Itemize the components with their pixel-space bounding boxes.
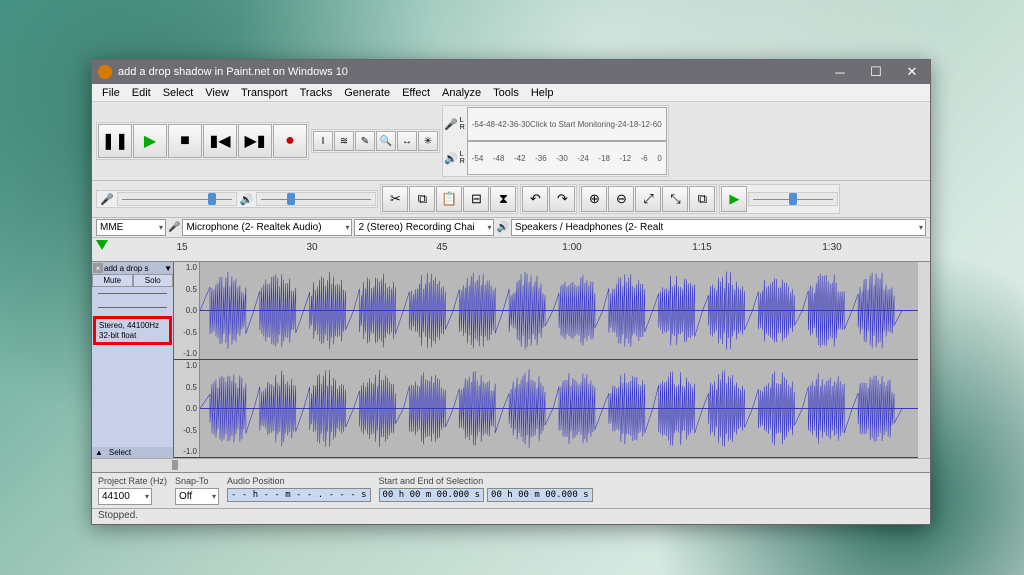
project-rate-label: Project Rate (Hz) bbox=[98, 476, 167, 486]
stop-button[interactable]: ■ bbox=[168, 124, 202, 158]
zoom-out-button[interactable]: ⊖ bbox=[608, 186, 634, 212]
skip-end-button[interactable]: ▶▮ bbox=[238, 124, 272, 158]
menubar: FileEditSelectViewTransportTracksGenerat… bbox=[92, 84, 930, 102]
speaker-icon-3: 🔊 bbox=[496, 222, 508, 233]
status-bar: Stopped. bbox=[92, 508, 930, 524]
close-button[interactable]: ✕ bbox=[894, 60, 930, 84]
track-gain-slider[interactable] bbox=[94, 289, 171, 299]
recording-channels-select[interactable]: 2 (Stereo) Recording Chai bbox=[354, 219, 494, 236]
selection-tool[interactable]: I bbox=[313, 131, 333, 151]
trim-button[interactable]: ⊟ bbox=[463, 186, 489, 212]
menu-help[interactable]: Help bbox=[525, 87, 560, 99]
redo-button[interactable]: ↷ bbox=[549, 186, 575, 212]
mic-icon: 🎤 bbox=[444, 118, 458, 131]
skip-start-button[interactable]: ▮◀ bbox=[203, 124, 237, 158]
menu-edit[interactable]: Edit bbox=[126, 87, 157, 99]
maximize-button[interactable]: ☐ bbox=[858, 60, 894, 84]
playback-volume-slider[interactable] bbox=[256, 192, 376, 206]
track-bitdepth-label: 32-bit float bbox=[99, 331, 166, 341]
multi-tool[interactable]: ✳ bbox=[418, 131, 438, 151]
menu-select[interactable]: Select bbox=[157, 87, 200, 99]
play-speed-slider[interactable] bbox=[748, 192, 838, 206]
silence-button[interactable]: ⧗ bbox=[490, 186, 516, 212]
zoom-toggle-button[interactable]: ⧉ bbox=[689, 186, 715, 212]
menu-file[interactable]: File bbox=[96, 87, 126, 99]
pause-button[interactable]: ❚❚ bbox=[98, 124, 132, 158]
audio-position-label: Audio Position bbox=[227, 476, 370, 486]
click-to-monitor[interactable]: Click to Start Monitoring bbox=[530, 120, 615, 129]
selection-end-field[interactable]: 00 h 00 m 00.000 s bbox=[487, 488, 593, 502]
audio-position-field[interactable]: - - h - - m - - . - - - s bbox=[227, 488, 370, 502]
device-toolbar: MME 🎤 Microphone (2- Realtek Audio) 2 (S… bbox=[92, 218, 930, 238]
waveform-left-channel[interactable] bbox=[200, 262, 918, 359]
track-select-button[interactable]: Select bbox=[107, 448, 133, 457]
selection-label: Start and End of Selection bbox=[379, 476, 593, 486]
undo-button[interactable]: ↶ bbox=[522, 186, 548, 212]
track-control-panel: × add a drop s ▼ Mute Solo Stereo, 44100… bbox=[92, 262, 174, 458]
timeshift-tool[interactable]: ↔ bbox=[397, 131, 417, 151]
track-collapse-button[interactable]: ▲ bbox=[93, 448, 105, 457]
menu-generate[interactable]: Generate bbox=[338, 87, 396, 99]
fit-selection-button[interactable]: ⤢ bbox=[635, 186, 661, 212]
play-at-speed-button[interactable]: ▶ bbox=[721, 186, 747, 212]
zoom-tool[interactable]: 🔍 bbox=[376, 131, 396, 151]
titlebar[interactable]: add a drop shadow in Paint.net on Window… bbox=[92, 60, 930, 84]
track-pan-slider[interactable] bbox=[94, 303, 171, 313]
track-rate-label: Stereo, 44100Hz bbox=[99, 321, 166, 331]
play-button[interactable]: ▶ bbox=[133, 124, 167, 158]
paste-button[interactable]: 📋 bbox=[436, 186, 462, 212]
menu-transport[interactable]: Transport bbox=[235, 87, 294, 99]
mute-button[interactable]: Mute bbox=[92, 274, 133, 287]
menu-tools[interactable]: Tools bbox=[487, 87, 525, 99]
speaker-icon: 🔊 bbox=[444, 152, 458, 165]
menu-effect[interactable]: Effect bbox=[396, 87, 436, 99]
mic-icon-2: 🎤 bbox=[98, 193, 116, 206]
recording-device-select[interactable]: Microphone (2- Realtek Audio) bbox=[182, 219, 352, 236]
minimize-button[interactable]: ─ bbox=[822, 60, 858, 84]
window-title: add a drop shadow in Paint.net on Window… bbox=[118, 66, 348, 78]
playback-device-select[interactable]: Speakers / Headphones (2- Realt bbox=[511, 219, 926, 236]
solo-button[interactable]: Solo bbox=[133, 274, 174, 287]
meter-l-label-2: LR bbox=[460, 151, 465, 165]
recording-volume-slider[interactable] bbox=[117, 192, 237, 206]
amplitude-scale-right: 1.00.50.0-0.5-1.0 bbox=[174, 360, 200, 457]
copy-button[interactable]: ⧉ bbox=[409, 186, 435, 212]
audio-host-select[interactable]: MME bbox=[96, 219, 166, 236]
track-format-info: Stereo, 44100Hz 32-bit float bbox=[93, 316, 172, 345]
playhead-pin[interactable] bbox=[96, 240, 108, 250]
selection-toolbar: Project Rate (Hz) 44100 Snap-To Off Audi… bbox=[92, 472, 930, 508]
menu-tracks[interactable]: Tracks bbox=[294, 87, 339, 99]
meter-l-label: LR bbox=[460, 117, 465, 131]
recording-meter[interactable]: -54-48-42-36-30Click to Start Monitoring… bbox=[467, 107, 667, 141]
timeline-ruler[interactable]: 1530451:001:151:30 bbox=[92, 238, 930, 262]
track-name[interactable]: add a drop s bbox=[104, 264, 163, 273]
tracks-area: × add a drop s ▼ Mute Solo Stereo, 44100… bbox=[92, 262, 930, 458]
record-button[interactable]: ● bbox=[273, 124, 307, 158]
track-close-button[interactable]: × bbox=[93, 263, 103, 273]
selection-start-field[interactable]: 00 h 00 m 00.000 s bbox=[379, 488, 485, 502]
cut-button[interactable]: ✂ bbox=[382, 186, 408, 212]
envelope-tool[interactable]: ≋ bbox=[334, 131, 354, 151]
fit-project-button[interactable]: ⤡ bbox=[662, 186, 688, 212]
zoom-in-button[interactable]: ⊕ bbox=[581, 186, 607, 212]
transport-toolbar: ❚❚ ▶ ■ ▮◀ ▶▮ ● I ≋ ✎ 🔍 ↔ ✳ 🎤 LR -54-48-4… bbox=[92, 102, 930, 181]
speaker-icon-2: 🔊 bbox=[238, 193, 256, 206]
edit-toolbar: 🎤 🔊 ✂ ⧉ 📋 ⊟ ⧗ ↶ ↷ ⊕ ⊖ ⤢ ⤡ ⧉ ▶ bbox=[92, 181, 930, 218]
waveform-right-channel[interactable] bbox=[200, 360, 918, 457]
snap-to-label: Snap-To bbox=[175, 476, 219, 486]
project-rate-select[interactable]: 44100 bbox=[98, 488, 152, 505]
draw-tool[interactable]: ✎ bbox=[355, 131, 375, 151]
app-icon bbox=[98, 65, 112, 79]
app-window: add a drop shadow in Paint.net on Window… bbox=[91, 59, 931, 525]
track-menu-arrow[interactable]: ▼ bbox=[164, 264, 172, 273]
menu-analyze[interactable]: Analyze bbox=[436, 87, 487, 99]
playback-meter[interactable]: -54-48-42-36-30-24-18-12-60 bbox=[467, 141, 667, 175]
menu-view[interactable]: View bbox=[199, 87, 235, 99]
horizontal-scrollbar[interactable] bbox=[92, 458, 930, 472]
mic-icon-3: 🎤 bbox=[168, 222, 180, 233]
amplitude-scale-left: 1.00.50.0-0.5-1.0 bbox=[174, 262, 200, 359]
snap-to-select[interactable]: Off bbox=[175, 488, 219, 505]
